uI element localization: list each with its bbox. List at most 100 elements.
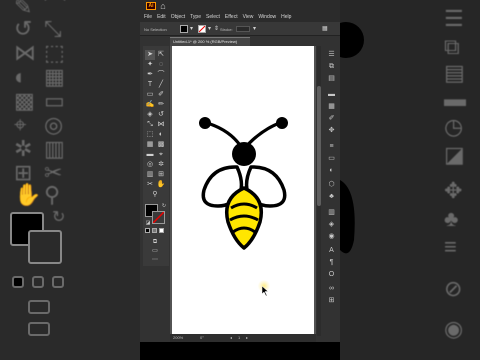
transparency-icon[interactable]: ◐: [327, 166, 336, 175]
fill-swatch-control[interactable]: [180, 25, 188, 33]
mesh-icon[interactable]: ▩: [156, 140, 166, 150]
stroke-weight-stepper-icon[interactable]: ⇕: [214, 25, 219, 33]
none-mode-icon[interactable]: [159, 228, 164, 233]
stroke-weight-field[interactable]: [236, 26, 250, 32]
stroke-dropdown-chevron-icon[interactable]: ▾: [208, 25, 211, 33]
paragraph-icon[interactable]: ¶: [327, 258, 336, 267]
ghost-artboard-icon: ⊞: [14, 160, 33, 185]
ghost-transform-panel-icon: ◉: [444, 316, 464, 341]
layers-icon[interactable]: ⧉: [327, 62, 336, 71]
ghost-hand-icon: ✋: [14, 182, 42, 207]
gradient-icon[interactable]: ▬: [145, 150, 155, 160]
default-colors-icon[interactable]: ◪: [143, 218, 153, 228]
scale-icon[interactable]: ⤡: [145, 120, 155, 130]
ghost-mesh-icon: ▩: [14, 88, 35, 113]
slice-icon[interactable]: ✂: [145, 180, 155, 190]
artboard-next-icon[interactable]: ▸: [246, 335, 248, 340]
color-mode-icon[interactable]: [145, 228, 150, 233]
zoom-icon[interactable]: ⚲: [150, 190, 160, 200]
ghost-zoom-icon: ⚲: [44, 182, 61, 207]
type-icon[interactable]: T: [145, 80, 155, 90]
background-right-blur: ☰ ⧉ ▤ ▬ ◷ ◪ ✥ ♣ ≡ ⊘ ◉: [340, 0, 480, 360]
eyedropper-icon[interactable]: ⌖: [156, 150, 166, 160]
hand-icon[interactable]: ✋: [156, 180, 166, 190]
magic-wand-icon[interactable]: ✦: [145, 60, 155, 70]
perspective-icon[interactable]: ▦: [145, 140, 155, 150]
graph-icon[interactable]: ▥: [145, 170, 155, 180]
swap-colors-icon[interactable]: ↻: [159, 201, 169, 211]
menu-type[interactable]: Type: [190, 14, 201, 20]
artboard-prev-icon[interactable]: ◂: [230, 335, 232, 340]
home-icon[interactable]: ⌂: [158, 1, 168, 11]
menu-file[interactable]: File: [144, 14, 152, 20]
direct-selection-tool-icon[interactable]: ⇱: [156, 50, 166, 60]
menu-view[interactable]: View: [243, 14, 254, 20]
artboard[interactable]: [172, 46, 314, 334]
menu-select[interactable]: Select: [206, 14, 220, 20]
graphic-styles-icon[interactable]: ♣: [327, 192, 336, 201]
shaper-icon[interactable]: ✍: [145, 100, 155, 110]
ghost-swap-icon: ↻: [52, 209, 66, 226]
document-tab[interactable]: Untitled-1* @ 200 % (RGB/Preview): [170, 37, 250, 46]
stroke-icon[interactable]: ≡: [327, 142, 336, 151]
menu-object[interactable]: Object: [171, 14, 185, 20]
shape-builder-icon[interactable]: ◐: [156, 130, 166, 140]
stroke-color-swatch[interactable]: [152, 211, 165, 224]
pen-icon[interactable]: ✒: [145, 70, 155, 80]
ghost-color-panel-icon: ▬: [444, 86, 466, 111]
rotation-angle[interactable]: 0°: [200, 335, 204, 340]
edit-toolbar-icon[interactable]: ⋯: [150, 255, 160, 265]
color-icon[interactable]: ▬: [327, 90, 336, 99]
curvature-icon[interactable]: ⌒: [156, 70, 166, 80]
artboard-number[interactable]: 1: [238, 335, 240, 340]
artboards-panel-icon[interactable]: ⊞: [327, 296, 336, 305]
symbols-icon[interactable]: ✥: [327, 126, 336, 135]
ghost-perspective-icon: ▦: [44, 64, 65, 89]
brushes-icon[interactable]: ✐: [327, 114, 336, 123]
control-bar: No Selection ▾ ▾ ⇕ Stroke: ▾ ▦: [140, 22, 340, 36]
gradient-panel-icon[interactable]: ▭: [327, 154, 336, 163]
rectangle-icon[interactable]: ▭: [145, 90, 155, 100]
stroke-swatch-control[interactable]: [198, 25, 206, 33]
line-icon[interactable]: ╱: [156, 80, 166, 90]
stroke-none-slash-icon: [199, 26, 205, 32]
libraries-icon[interactable]: ▤: [327, 74, 336, 83]
blend-icon[interactable]: ◎: [145, 160, 155, 170]
arrange-documents-icon[interactable]: ▦: [322, 25, 328, 33]
ghost-swatches-icon: ◷: [444, 114, 464, 139]
ghost-club-icon: ♣: [444, 206, 459, 231]
width-icon[interactable]: ⋈: [156, 120, 166, 130]
gradient-mode-icon[interactable]: [152, 228, 157, 233]
opentype-icon[interactable]: O: [327, 270, 336, 279]
align-icon[interactable]: ▥: [327, 208, 336, 217]
lasso-icon[interactable]: ◌: [156, 60, 166, 70]
canvas-area[interactable]: [170, 46, 316, 336]
artboard-icon[interactable]: ⊞: [156, 170, 166, 180]
links-icon[interactable]: ∞: [327, 284, 336, 293]
menu-help[interactable]: Help: [281, 14, 291, 20]
menu-window[interactable]: Window: [258, 14, 276, 20]
transform-icon[interactable]: ◉: [327, 232, 336, 241]
pencil-icon[interactable]: ✏: [156, 100, 166, 110]
symbol-sprayer-icon[interactable]: ✲: [156, 160, 166, 170]
rotate-icon[interactable]: ↺: [156, 110, 166, 120]
swatches-icon[interactable]: ▦: [327, 102, 336, 111]
scrollbar-thumb[interactable]: [317, 86, 321, 206]
appearance-icon[interactable]: ⬡: [327, 180, 336, 189]
tools-panel: ➤ ⇱ ✦ ◌ ✒ ⌒ T ╱ ▭ ✐ ✍ ✏ ◈ ↺ ⤡ ⋈ ⬚ ◐ ▦ ▩ …: [143, 46, 169, 266]
fill-dropdown-chevron-icon[interactable]: ▾: [190, 25, 193, 33]
stroke-weight-chevron-icon[interactable]: ▾: [253, 25, 256, 33]
vertical-scrollbar[interactable]: [317, 46, 321, 336]
menu-edit[interactable]: Edit: [157, 14, 166, 20]
pathfinder-icon[interactable]: ◈: [327, 220, 336, 229]
eraser-icon[interactable]: ◈: [145, 110, 155, 120]
mouse-pointer-icon: [262, 286, 269, 296]
zoom-level[interactable]: 200%: [173, 335, 183, 340]
character-icon[interactable]: A: [327, 246, 336, 255]
paintbrush-icon[interactable]: ✐: [156, 90, 166, 100]
properties-icon[interactable]: ☰: [327, 50, 336, 59]
free-transform-icon[interactable]: ⬚: [145, 130, 155, 140]
bee-illustration[interactable]: [172, 46, 314, 334]
selection-tool-icon[interactable]: ➤: [145, 50, 155, 60]
menu-effect[interactable]: Effect: [225, 14, 238, 20]
